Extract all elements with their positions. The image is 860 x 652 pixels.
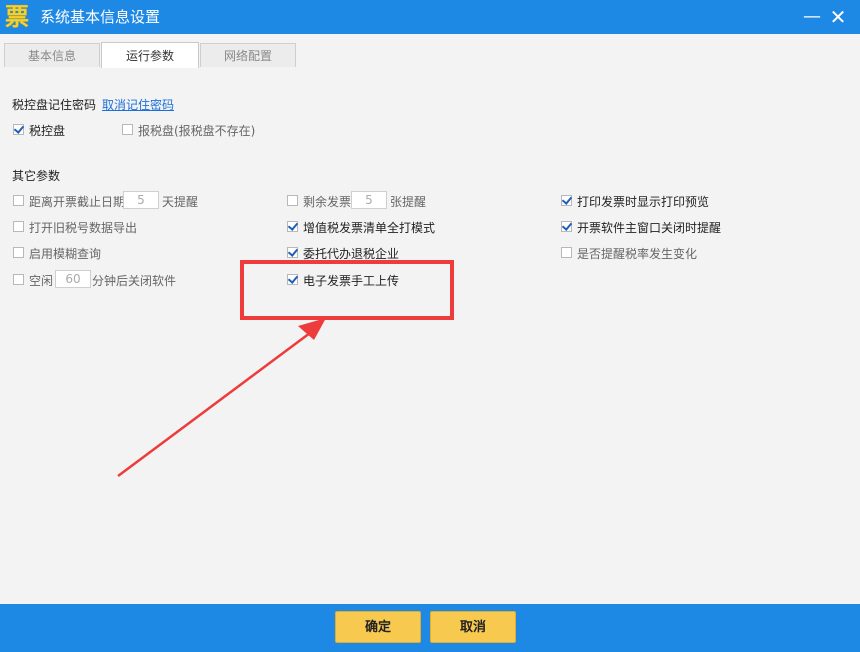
idle-close-suffix: 分钟后关闭软件 bbox=[92, 274, 177, 288]
tab-run-params[interactable]: 运行参数 bbox=[101, 42, 199, 68]
remaining-invoice-suffix: 张提醒 bbox=[390, 195, 427, 209]
tab-bar: 基本信息 运行参数 网络配置 bbox=[0, 34, 860, 68]
e-invoice-manual-upload-label: 电子发票手工上传 bbox=[303, 274, 400, 288]
run-params-panel: 税控盘记住密码 取消记住密码 税控盘 报税盘(报税盘不存在) 其它参数 距离开票… bbox=[0, 67, 860, 604]
tab-network-config[interactable]: 网络配置 bbox=[200, 43, 296, 67]
vat-list-print-checkbox[interactable] bbox=[287, 221, 298, 232]
invoice-app-icon: 票 bbox=[4, 2, 30, 31]
minimize-button[interactable]: — bbox=[800, 5, 824, 29]
print-preview-label: 打印发票时显示打印预览 bbox=[577, 195, 710, 209]
tax-control-disk-checkbox[interactable] bbox=[13, 124, 24, 135]
remaining-invoice-checkbox[interactable] bbox=[287, 195, 298, 206]
remaining-invoice-prefix: 剩余发票 bbox=[303, 195, 352, 209]
tax-rate-change-label: 是否提醒税率发生变化 bbox=[577, 247, 698, 261]
deadline-reminder-checkbox[interactable] bbox=[13, 195, 24, 206]
agent-refund-label: 委托代办退税企业 bbox=[303, 247, 400, 261]
tax-rate-change-checkbox[interactable] bbox=[561, 247, 572, 258]
tax-disk-section-title: 税控盘记住密码 bbox=[12, 98, 97, 112]
idle-close-checkbox[interactable] bbox=[13, 274, 24, 285]
idle-minutes-input[interactable]: 60 bbox=[55, 270, 91, 288]
other-params-title: 其它参数 bbox=[12, 169, 61, 183]
cancel-button[interactable]: 取消 bbox=[430, 611, 516, 643]
remaining-invoice-count-input[interactable]: 5 bbox=[351, 191, 387, 209]
vat-list-print-label: 增值税发票清单全打模式 bbox=[303, 221, 436, 235]
cancel-remember-password-link[interactable]: 取消记住密码 bbox=[102, 96, 174, 113]
tax-control-disk-label: 税控盘 bbox=[29, 124, 66, 138]
title-bar: 票 系统基本信息设置 — ✕ bbox=[0, 0, 860, 34]
window-title: 系统基本信息设置 bbox=[40, 8, 161, 26]
close-button[interactable]: ✕ bbox=[826, 5, 850, 29]
close-reminder-checkbox[interactable] bbox=[561, 221, 572, 232]
deadline-reminder-suffix: 天提醒 bbox=[162, 195, 199, 209]
fuzzy-query-label: 启用模糊查询 bbox=[29, 247, 102, 261]
tax-report-disk-checkbox[interactable] bbox=[122, 124, 133, 135]
tax-report-disk-label: 报税盘(报税盘不存在) bbox=[138, 124, 256, 138]
deadline-reminder-prefix: 距离开票截止日期 bbox=[29, 195, 126, 209]
dialog-footer: 确定 取消 bbox=[0, 604, 860, 652]
ok-button[interactable]: 确定 bbox=[335, 611, 421, 643]
idle-close-prefix: 空闲 bbox=[29, 274, 54, 288]
print-preview-checkbox[interactable] bbox=[561, 195, 572, 206]
close-reminder-label: 开票软件主窗口关闭时提醒 bbox=[577, 221, 722, 235]
export-old-tax-data-checkbox[interactable] bbox=[13, 221, 24, 232]
agent-refund-checkbox[interactable] bbox=[287, 247, 298, 258]
export-old-tax-data-label: 打开旧税号数据导出 bbox=[29, 221, 138, 235]
fuzzy-query-checkbox[interactable] bbox=[13, 247, 24, 258]
deadline-days-input[interactable]: 5 bbox=[123, 191, 159, 209]
tab-basic-info[interactable]: 基本信息 bbox=[4, 43, 100, 67]
e-invoice-manual-upload-checkbox[interactable] bbox=[287, 274, 298, 285]
